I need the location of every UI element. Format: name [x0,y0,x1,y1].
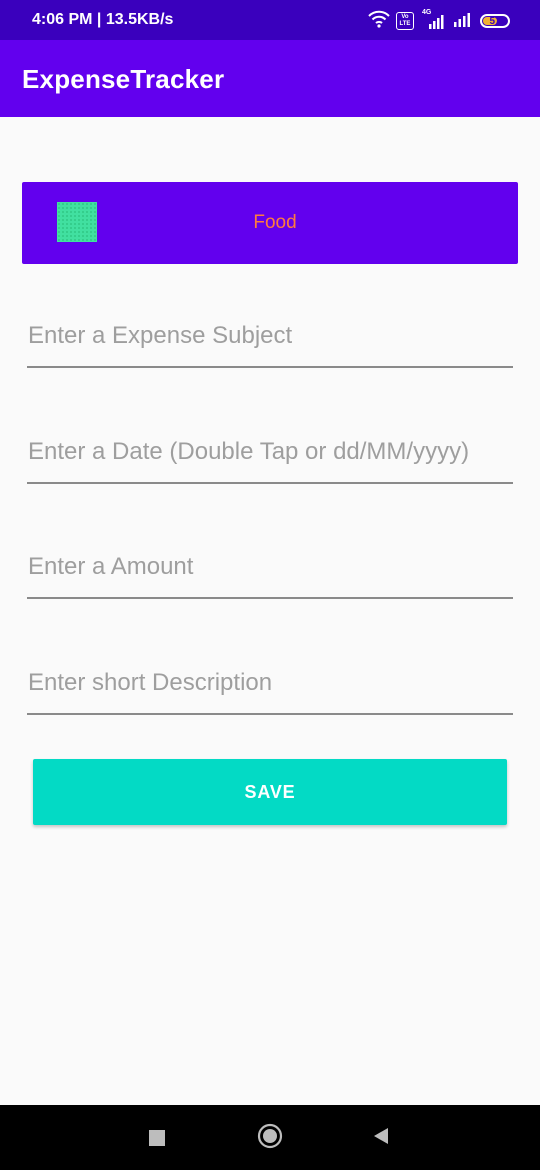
battery-icon: 57 [480,14,510,28]
signal-icon [452,10,474,33]
volte-badge-top: Vo [401,14,409,20]
date-input[interactable] [27,432,513,484]
triangle-back-icon [371,1126,391,1151]
status-icons: Vo LTE 4G 57 [368,9,510,33]
app-title: ExpenseTracker [22,64,225,94]
category-color-icon [57,202,97,242]
category-dropdown[interactable]: Food [22,182,518,264]
expense-subject-input[interactable] [27,316,513,368]
back-button[interactable] [368,1125,394,1151]
navigation-bar [0,1105,540,1170]
volte-badge-icon: Vo LTE [396,12,414,30]
status-bar: 4:06 PM | 13.5KB/s Vo LTE 4G 57 [0,0,540,40]
category-label: Food [253,212,297,233]
home-button[interactable] [257,1123,283,1154]
square-icon [149,1130,165,1146]
battery-level: 57 [489,15,501,27]
circle-icon [257,1123,283,1154]
save-button[interactable]: SAVE [33,759,507,825]
wifi-icon [368,10,390,33]
status-time: 4:06 PM | 13.5KB/s [32,11,174,28]
amount-input[interactable] [27,547,513,599]
app-bar: ExpenseTracker [0,40,540,117]
volte-badge-bottom: LTE [399,21,411,27]
signal-4g-icon: 4G [420,9,446,30]
recents-button[interactable] [144,1125,170,1151]
description-input[interactable] [27,663,513,715]
